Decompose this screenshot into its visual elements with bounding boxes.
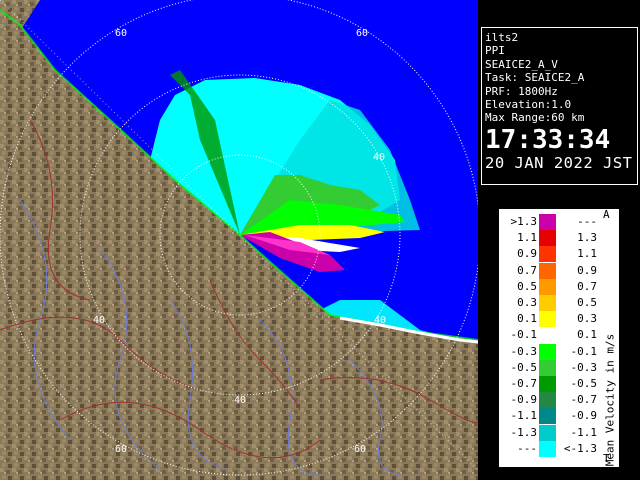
ring-label: 60 [115,28,127,39]
legend-swatch [539,424,556,441]
legend-low-value: 0.1 [517,312,537,326]
legend-low-value: -0.5 [510,360,538,374]
ring-label: 40 [373,152,385,163]
legend-row: -1.3 -1.1 [499,424,619,441]
legend-low-value: 0.9 [517,247,537,261]
ring-label: 40 [234,395,246,406]
legend-high-value: 0.5 [577,296,597,309]
legend-swatch [539,408,556,425]
legend-high-value: 1.1 [577,247,597,261]
scan-time: 17:33:34 [485,124,611,155]
legend-row: 0.9 1.1 [499,246,619,263]
legend-swatch [539,246,556,263]
legend-high-value: -0.1 [570,344,598,358]
legend-low-value: 0.3 [517,296,537,309]
legend-low-value: 1.1 [517,231,537,245]
radar-info-panel: ilts2 PPI SEAICE2_A_V Task: SEAICE2_A PR… [481,27,638,185]
legend-low-value: 0.7 [517,263,537,277]
elevation-value: Elevation:1.0 [485,98,572,112]
legend-swatch [539,230,556,247]
legend-low-value: -0.7 [510,377,538,390]
legend-high-value: 0.1 [577,328,597,342]
radar-canvas: 60 60 40 40 40 40 60 60 [0,0,478,480]
legend-high-value: --- [577,215,597,228]
legend-row: -0.1 0.1 [499,327,619,344]
legend-row: -0.5 -0.3 [499,359,619,376]
legend-row: -0.7 -0.5 [499,376,619,392]
legend-low-value: >1.3 [510,215,538,228]
radar-ppi-map[interactable]: 60 60 40 40 40 40 60 60 [0,0,478,480]
legend-high-value: -0.3 [570,360,598,374]
legend-high-value: 1.3 [577,231,597,245]
task-name: Task: SEAICE2_A [485,71,585,85]
legend-top-marker: A [603,208,610,221]
legend-swatch [539,376,556,392]
velocity-color-legend: >1.3 --- 1.1 1.3 0.9 1.1 0.7 0.9 0.5 0.7 0.3 0.5 0.1… [499,209,619,467]
legend-unit-label: Mean Velocity in m/s [603,333,617,467]
ring-label: 40 [374,315,386,326]
legend-low-value: -1.3 [510,425,538,439]
legend-row: -0.9 -0.7 [499,392,619,409]
ring-label: 60 [115,444,127,455]
legend-swatch [539,343,556,360]
legend-high-value: -0.9 [570,409,598,423]
legend-high-value: <-1.3 [563,441,597,455]
ring-label: 60 [354,444,366,455]
legend-swatch [539,262,556,279]
product-type: PPI [485,44,505,58]
legend-row: >1.3 --- [499,214,619,230]
legend-swatch [539,214,556,230]
legend-low-value: 0.5 [517,279,537,293]
legend-swatch [539,295,556,311]
legend-row: -0.3 -0.1 [499,343,619,360]
legend-low-value: -0.1 [510,328,538,342]
station-name: ilts2 [485,31,519,44]
legend-row: --- <-1.3 [499,440,619,457]
legend-high-value: 0.3 [577,312,597,326]
legend-swatch [539,392,556,409]
ring-label: 60 [356,28,368,39]
prf-value: PRF: 1800Hz [485,84,558,98]
legend-row: 0.7 0.9 [499,262,619,279]
scan-date: 20 JAN 2022 JST [485,153,633,172]
legend-high-value: -1.1 [570,425,598,439]
legend-row: 0.5 0.7 [499,278,619,295]
max-range-value: Max Range:60 km [485,111,585,125]
legend-row: 0.1 0.3 [499,311,619,328]
legend-high-value: 0.7 [577,279,597,293]
legend-swatch [539,327,556,344]
legend-row: 0.3 0.5 [499,295,619,311]
legend-swatch [539,311,556,328]
legend-high-value: -0.7 [570,393,598,407]
legend-low-value: --- [517,441,537,455]
legend-bottom-marker: T [603,452,610,465]
ring-label: 40 [93,315,105,326]
legend-row: 1.1 1.3 [499,230,619,247]
legend-low-value: -0.3 [510,344,538,358]
legend-low-value: -1.1 [510,409,538,423]
legend-swatch [539,359,556,376]
legend-low-value: -0.9 [510,393,538,407]
legend-swatch [539,278,556,295]
legend-swatch [539,440,556,457]
legend-high-value: -0.5 [570,377,598,390]
legend-high-value: 0.9 [577,263,597,277]
legend-row: -1.1 -0.9 [499,408,619,425]
volume-name: SEAICE2_A_V [485,57,558,71]
